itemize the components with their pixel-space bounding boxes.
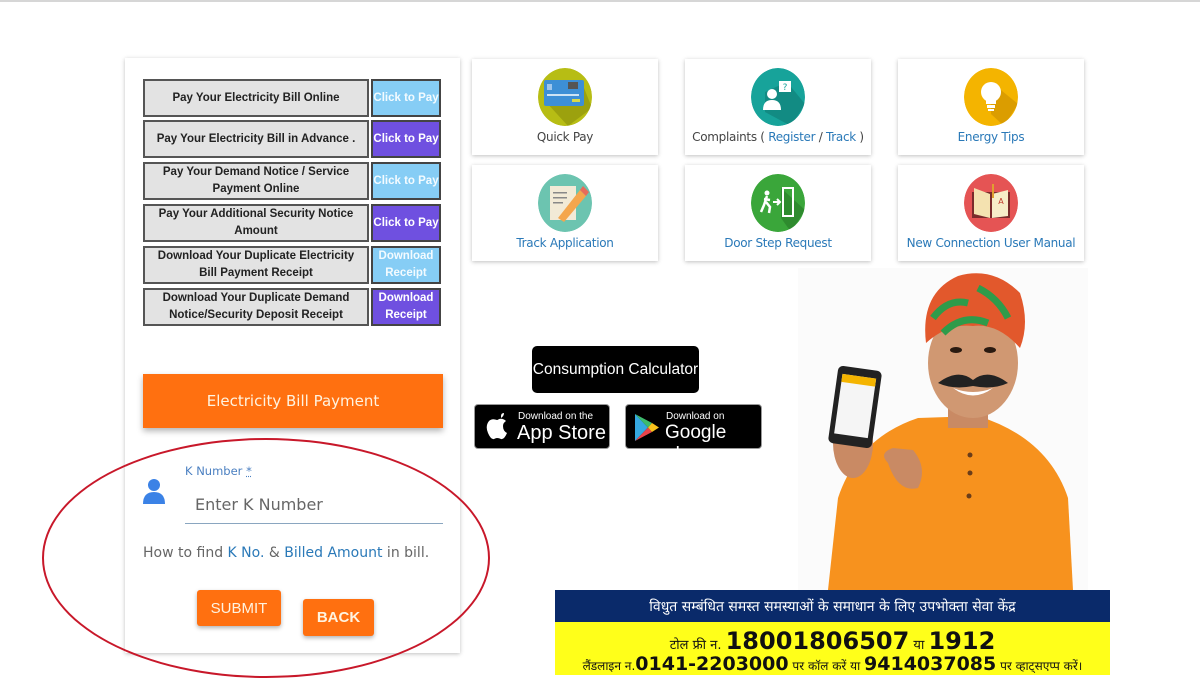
toll-free-line: टोल फ्री न. 18001806507 या 1912 — [555, 622, 1110, 655]
click-to-pay-button[interactable]: Click to Pay — [371, 204, 441, 242]
k-no-help-link[interactable]: K No. — [228, 545, 265, 561]
click-to-pay-button[interactable]: Click to Pay — [371, 120, 441, 158]
app-store-big-text: App Store — [517, 422, 606, 444]
payment-panel: Pay Your Electricity Bill Online Click t… — [125, 58, 460, 653]
app-store-small-text: Download on the — [518, 411, 594, 422]
payment-option-row: Pay Your Electricity Bill Online Click t… — [143, 79, 441, 117]
tile-new-connection-manual[interactable]: A New Connection User Manual — [898, 165, 1084, 261]
tile-energy-tips[interactable]: Energy Tips — [898, 59, 1084, 155]
complaints-label: Complaints ( — [692, 130, 769, 144]
electricity-bill-payment-button[interactable]: Electricity Bill Payment — [143, 374, 443, 428]
k-number-input[interactable] — [185, 486, 443, 524]
landline-label: लैंडलाइन न. — [582, 659, 636, 673]
credit-card-icon — [538, 68, 592, 126]
svg-text:?: ? — [783, 83, 788, 93]
k-number-label: K Number * — [185, 464, 252, 478]
back-button[interactable]: BACK — [303, 599, 374, 636]
payment-option-label: Download Your Duplicate Electricity Bill… — [143, 246, 369, 284]
pencil-document-icon — [538, 174, 592, 232]
tile-label: Energy Tips — [957, 130, 1025, 144]
google-play-big-text: Google play — [665, 422, 727, 465]
whatsapp-number: 9414037085 — [864, 653, 997, 675]
payment-option-row: Download Your Duplicate Electricity Bill… — [143, 246, 441, 284]
complaint-person-icon: ? — [751, 68, 805, 126]
register-complaint-link[interactable]: Register — [768, 130, 815, 144]
separator: / — [815, 130, 826, 144]
payment-option-label: Pay Your Demand Notice / Service Payment… — [143, 162, 369, 200]
help-suffix: in bill. — [382, 545, 430, 561]
track-complaint-link[interactable]: Track — [826, 130, 856, 144]
download-receipt-button[interactable]: Download Receipt — [371, 288, 441, 326]
promo-person-image — [798, 268, 1088, 590]
tile-quick-pay[interactable]: Quick Pay — [472, 59, 658, 155]
google-play-small-text: Download on — [666, 411, 725, 422]
payment-option-row: Download Your Duplicate Demand Notice/Se… — [143, 288, 441, 326]
payment-option-label: Pay Your Electricity Bill Online — [143, 79, 369, 117]
click-to-pay-button[interactable]: Click to Pay — [371, 79, 441, 117]
payment-option-row: Pay Your Demand Notice / Service Payment… — [143, 162, 441, 200]
door-exit-icon — [751, 174, 805, 232]
landline-line: लैंडलाइन न.0141-2203000 पर कॉल करें या 9… — [555, 653, 1110, 675]
tile-label: Track Application — [516, 236, 614, 250]
help-separator: & — [264, 545, 285, 561]
payment-option-label: Pay Your Electricity Bill in Advance . — [143, 120, 369, 158]
svg-text:A: A — [998, 197, 1004, 206]
label-suffix: ) — [855, 130, 864, 144]
submit-button[interactable]: SUBMIT — [197, 590, 281, 626]
google-play-icon — [635, 414, 659, 441]
payment-option-label: Download Your Duplicate Demand Notice/Se… — [143, 288, 369, 326]
payment-option-row: Pay Your Electricity Bill in Advance . C… — [143, 120, 441, 158]
top-border — [0, 0, 1200, 2]
required-marker: * — [246, 464, 252, 478]
book-manual-icon: A — [964, 174, 1018, 232]
tile-track-application[interactable]: Track Application — [472, 165, 658, 261]
tile-label: Complaints ( Register / Track ) — [685, 130, 871, 144]
toll-free-number: 18001806507 — [725, 627, 910, 655]
call-or-text: पर कॉल करें या — [788, 659, 865, 673]
payment-option-label: Pay Your Additional Security Notice Amou… — [143, 204, 369, 242]
person-with-phone-illustration — [798, 268, 1088, 590]
k-number-label-text: K Number — [185, 464, 243, 478]
k-number-help-text: How to find K No. & Billed Amount in bil… — [143, 545, 429, 561]
click-to-pay-button[interactable]: Click to Pay — [371, 162, 441, 200]
billed-amount-help-link[interactable]: Billed Amount — [284, 545, 382, 561]
helpline-banner: विधुत सम्बंधित समस्त समस्याओं के समाधान … — [555, 590, 1110, 675]
help-prefix: How to find — [143, 545, 228, 561]
tile-door-step-request[interactable]: Door Step Request — [685, 165, 871, 261]
tile-complaints: ? Complaints ( Register / Track ) — [685, 59, 871, 155]
tile-label: Quick Pay — [536, 130, 594, 144]
toll-free-label: टोल फ्री न. — [669, 638, 726, 653]
user-icon — [143, 479, 165, 504]
landline-number: 0141-2203000 — [635, 653, 789, 675]
helpline-numbers: टोल फ्री न. 18001806507 या 1912 लैंडलाइन… — [555, 622, 1110, 675]
short-helpline-number: 1912 — [928, 627, 996, 655]
app-store-button[interactable]: Download on the App Store — [474, 404, 610, 449]
download-receipt-button[interactable]: Download Receipt — [371, 246, 441, 284]
consumption-calculator-button[interactable]: Consumption Calculator — [532, 346, 699, 393]
or-text: या — [909, 638, 929, 653]
tile-label: New Connection User Manual — [906, 236, 1076, 250]
tile-label: Door Step Request — [724, 236, 832, 250]
whatsapp-suffix: पर व्हाट्सएप्प करें। — [996, 659, 1083, 673]
lightbulb-icon — [964, 68, 1018, 126]
helpline-banner-title: विधुत सम्बंधित समस्त समस्याओं के समाधान … — [555, 590, 1110, 622]
apple-icon — [486, 413, 507, 440]
google-play-button[interactable]: Download on Google play — [625, 404, 762, 465]
payment-option-row: Pay Your Additional Security Notice Amou… — [143, 204, 441, 242]
